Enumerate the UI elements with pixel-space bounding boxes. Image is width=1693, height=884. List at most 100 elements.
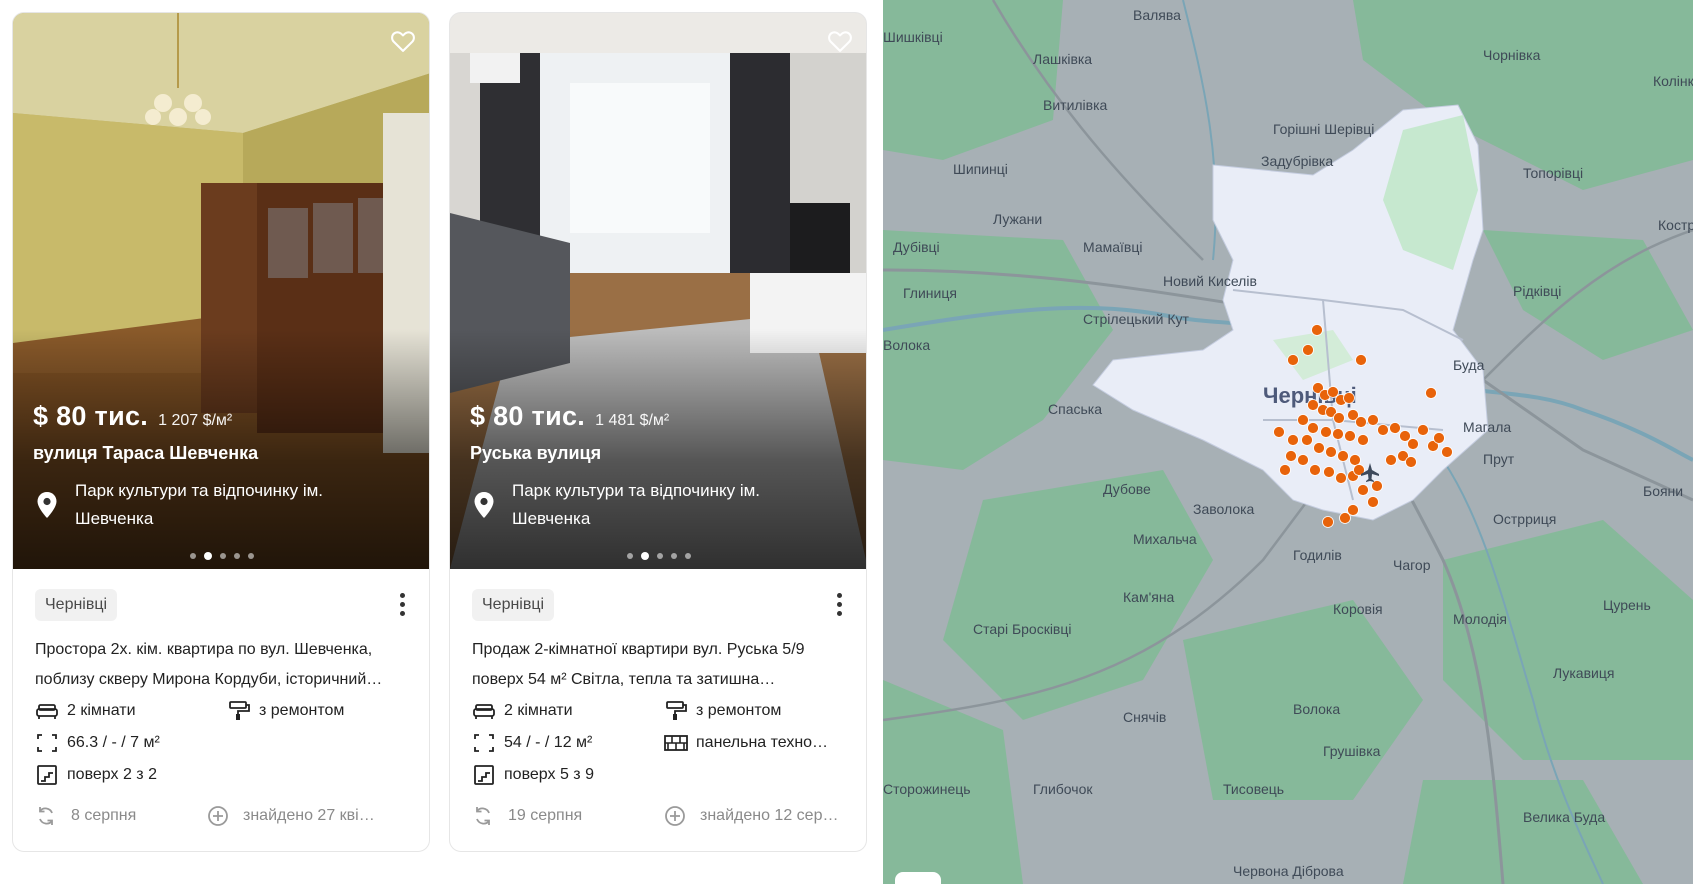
listing-marker[interactable]	[1407, 438, 1419, 450]
listing-photo[interactable]: $ 80 тис. 1 207 $/м² вулиця Тараса Шевчен…	[13, 13, 429, 569]
map-place-label: Мамаївці	[1083, 239, 1142, 255]
city-tag[interactable]: Чернівці	[472, 589, 555, 621]
map-view[interactable]: Валява Шишківці Лашківка Чорнівка Колінківці…	[883, 0, 1693, 884]
listing-marker[interactable]	[1357, 434, 1369, 446]
map-canvas[interactable]: Валява Шишківці Лашківка Чорнівка Колінківці…	[883, 0, 1693, 884]
listing-marker[interactable]	[1425, 387, 1437, 399]
photo-dot[interactable]	[220, 552, 226, 559]
more-options-icon[interactable]	[397, 593, 407, 619]
listing-marker[interactable]	[1325, 446, 1337, 458]
photo-dot[interactable]	[248, 552, 254, 559]
brick-wall-icon	[664, 735, 688, 751]
photo-dot[interactable]	[657, 552, 663, 559]
heart-icon[interactable]	[389, 27, 417, 55]
listing-marker[interactable]	[1389, 422, 1401, 434]
map-place-label: Сторожинець	[883, 781, 971, 797]
listing-marker[interactable]	[1297, 414, 1309, 426]
listing-marker[interactable]	[1343, 392, 1355, 404]
renovation-feature: з ремонтом	[227, 699, 344, 723]
listing-marker[interactable]	[1309, 464, 1321, 476]
photo-dot-active[interactable]	[204, 551, 212, 560]
listing-marker[interactable]	[1349, 454, 1361, 466]
listing-description[interactable]: Простора 2х. кім. квартира по вул. Шевче…	[35, 635, 411, 695]
updated-date: 8 серпня	[35, 804, 136, 828]
listing-marker[interactable]	[1287, 434, 1299, 446]
listing-marker[interactable]	[1417, 424, 1429, 436]
listing-marker[interactable]	[1323, 466, 1335, 478]
listing-marker[interactable]	[1357, 484, 1369, 496]
listing-marker[interactable]	[1335, 472, 1347, 484]
listing-marker[interactable]	[1301, 434, 1313, 446]
listing-photo[interactable]: $ 80 тис. 1 481 $/м² Руська вулиця Парк к…	[450, 13, 866, 569]
map-place-label: Спаська	[1048, 401, 1102, 417]
map-place-label: Глибочок	[1033, 781, 1093, 797]
map-place-label: Шипинці	[953, 161, 1008, 177]
listing-marker[interactable]	[1433, 432, 1445, 444]
listing-marker[interactable]	[1313, 442, 1325, 454]
listing-marker[interactable]	[1344, 430, 1356, 442]
poi-label: Парк культури та відпочинку ім. Шевченка	[512, 481, 761, 528]
listing-marker[interactable]	[1367, 496, 1379, 508]
listing-marker[interactable]	[1307, 422, 1319, 434]
listing-marker[interactable]	[1339, 512, 1351, 524]
listing-marker[interactable]	[1287, 354, 1299, 366]
stairs-icon	[474, 765, 494, 785]
location-pin-icon	[37, 492, 57, 518]
photo-pagination[interactable]	[13, 547, 429, 565]
listing-marker[interactable]	[1311, 324, 1323, 336]
photo-dot[interactable]	[190, 552, 196, 559]
listing-body: Чернівці Простора 2х. кім. квартира по в…	[13, 569, 429, 851]
found-value: знайдено 12 сер…	[700, 807, 839, 824]
stairs-icon	[37, 765, 57, 785]
listing-body: Чернівці Продаж 2-кімнатної квартири вул…	[450, 569, 866, 851]
city-tag[interactable]: Чернівці	[35, 589, 118, 621]
listing-marker[interactable]	[1302, 344, 1314, 356]
heart-icon[interactable]	[826, 27, 854, 55]
renovation-value: з ремонтом	[696, 702, 782, 719]
map-place-label: Тисовець	[1223, 781, 1284, 797]
listing-marker[interactable]	[1297, 454, 1309, 466]
listing-marker[interactable]	[1385, 454, 1397, 466]
add-circle-icon	[208, 806, 228, 826]
map-place-label: Кам'яна	[1123, 589, 1175, 605]
listing-marker[interactable]	[1279, 464, 1291, 476]
listing-marker[interactable]	[1367, 414, 1379, 426]
photo-dot-active[interactable]	[641, 551, 649, 560]
add-circle-icon	[665, 806, 685, 826]
listing-marker[interactable]	[1273, 426, 1285, 438]
listing-marker[interactable]	[1337, 450, 1349, 462]
listing-card-2[interactable]: $ 80 тис. 1 481 $/м² Руська вулиця Парк к…	[449, 12, 867, 852]
listing-marker[interactable]	[1320, 426, 1332, 438]
map-place-label: Бояни	[1643, 483, 1683, 499]
listing-marker[interactable]	[1371, 480, 1383, 492]
photo-dot[interactable]	[234, 552, 240, 559]
listing-description[interactable]: Продаж 2-кімнатної квартири вул. Руська …	[472, 635, 848, 695]
photo-pagination[interactable]	[450, 547, 866, 565]
listing-card-1[interactable]: $ 80 тис. 1 207 $/м² вулиця Тараса Шевчен…	[12, 12, 430, 852]
more-options-icon[interactable]	[834, 593, 844, 619]
map-place-label: Лужани	[993, 211, 1042, 227]
listing-marker[interactable]	[1355, 354, 1367, 366]
listing-marker[interactable]	[1355, 416, 1367, 428]
listing-marker[interactable]	[1307, 399, 1319, 411]
listing-marker[interactable]	[1322, 516, 1334, 528]
listing-marker[interactable]	[1333, 412, 1345, 424]
listing-marker[interactable]	[1377, 424, 1389, 436]
map-control-button[interactable]	[895, 872, 941, 884]
map-place-label: Годилів	[1293, 547, 1342, 563]
listing-marker[interactable]	[1441, 446, 1453, 458]
area-value: 54 / - / 12 м²	[504, 734, 593, 751]
map-place-label: Лашківка	[1033, 51, 1092, 67]
found-date: знайдено 12 сер…	[664, 804, 838, 828]
listing-marker[interactable]	[1285, 450, 1297, 462]
poi-label: Парк культури та відпочинку ім. Шевченка	[75, 481, 324, 528]
listing-marker[interactable]	[1405, 456, 1417, 468]
map-place-label: Рідківці	[1513, 283, 1561, 299]
photo-dot[interactable]	[627, 552, 633, 559]
photo-dot[interactable]	[685, 552, 691, 559]
updated-value: 19 серпня	[508, 807, 583, 824]
listing-marker[interactable]	[1332, 428, 1344, 440]
map-place-label: Грушівка	[1323, 743, 1381, 759]
photo-dot[interactable]	[671, 552, 677, 559]
map-place-label: Новий Киселів	[1163, 273, 1257, 289]
